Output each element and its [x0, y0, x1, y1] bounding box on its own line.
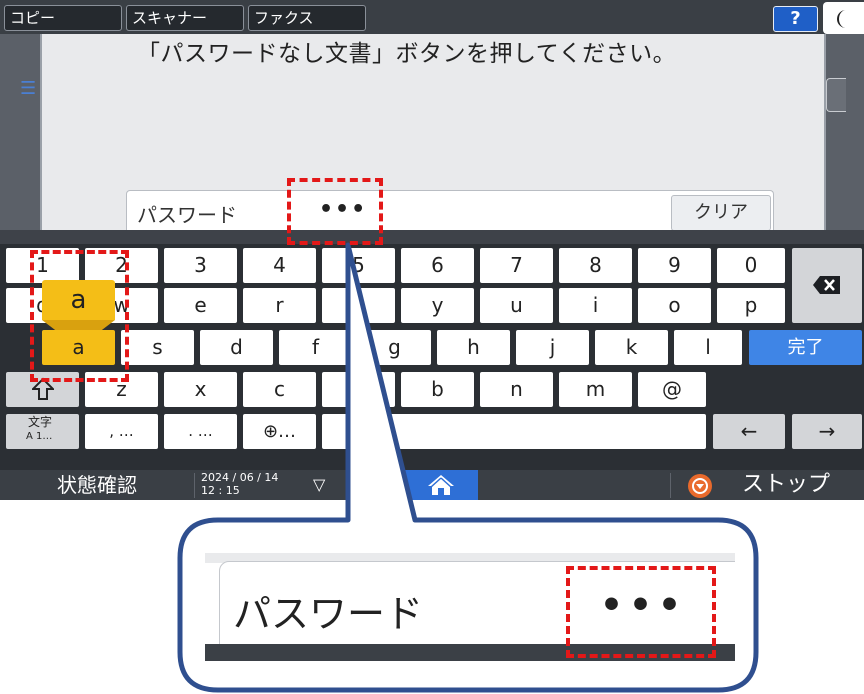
callout-password-label: パスワード: [233, 592, 424, 636]
screenshot-root: コピー スキャナー ファクス ? ☰ 「パスワードなし文書」ボタンを押してくださ…: [0, 0, 864, 694]
annotation-box-password: [287, 178, 383, 245]
annotation-box-key-a: [30, 250, 129, 382]
annotation-box-callout: [566, 566, 716, 658]
